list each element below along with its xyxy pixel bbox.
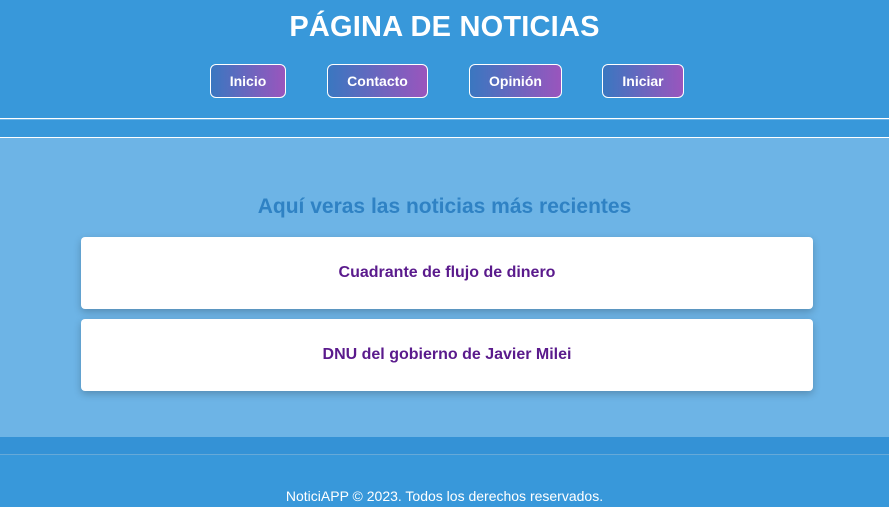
header-divider-top bbox=[0, 118, 889, 119]
news-card[interactable]: Cuadrante de flujo de dinero bbox=[81, 237, 813, 309]
news-card-title[interactable]: Cuadrante de flujo de dinero bbox=[81, 237, 813, 309]
header-stripe bbox=[0, 120, 889, 137]
nav-contacto-button[interactable]: Contacto bbox=[327, 64, 428, 98]
news-card[interactable]: DNU del gobierno de Javier Milei bbox=[81, 319, 813, 391]
site-footer: NoticiAPP © 2023. Todos los derechos res… bbox=[0, 455, 889, 507]
nav-inicio-button[interactable]: Inicio bbox=[210, 64, 286, 98]
footer-copyright: NoticiAPP © 2023. Todos los derechos res… bbox=[285, 488, 604, 504]
news-card-title[interactable]: DNU del gobierno de Javier Milei bbox=[81, 319, 813, 391]
nav-opinion-button[interactable]: Opinión bbox=[469, 64, 562, 98]
nav-iniciar-button[interactable]: Iniciar bbox=[602, 64, 684, 98]
site-header: PÁGINA DE NOTICIAS Inicio Contacto Opini… bbox=[0, 0, 889, 118]
news-section-title: Aquí veras las noticias más recientes bbox=[257, 195, 632, 218]
header-divider-bottom bbox=[0, 137, 889, 138]
footer-stripe bbox=[0, 437, 889, 454]
page-title: PÁGINA DE NOTICIAS bbox=[289, 11, 600, 43]
